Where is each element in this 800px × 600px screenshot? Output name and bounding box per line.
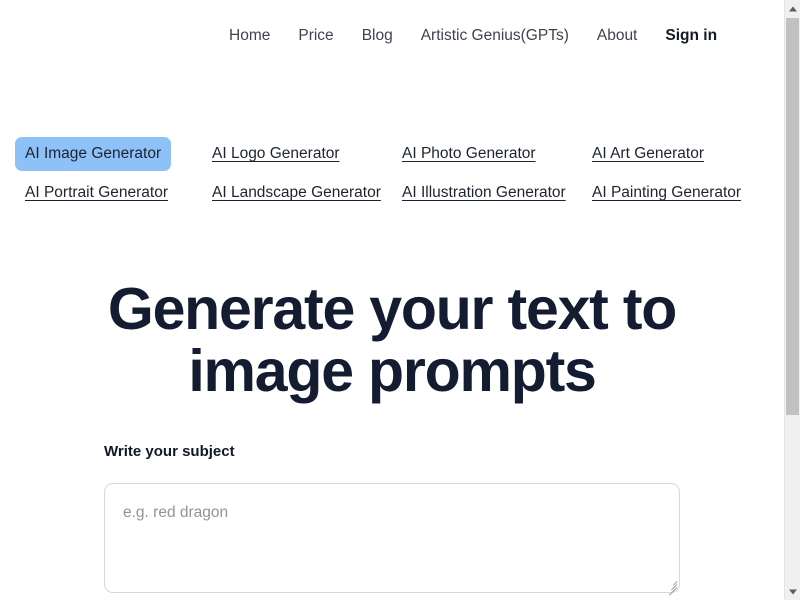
subject-field-label: Write your subject	[104, 443, 235, 460]
main-navigation: Home Price Blog Artistic Genius(GPTs) Ab…	[0, 0, 784, 72]
chevron-up-icon	[788, 6, 797, 11]
page-title: Generate your text to image prompts	[107, 276, 677, 404]
hero-section: Generate your text to image prompts	[0, 278, 784, 402]
scrollbar-thumb[interactable]	[786, 18, 799, 415]
nav-item-price[interactable]: Price	[298, 28, 333, 44]
nav-item-home[interactable]: Home	[229, 28, 270, 44]
subject-input-wrapper	[104, 483, 680, 596]
generator-links-grid: AI Image Generator AI Logo Generator AI …	[15, 137, 765, 202]
prompt-form: Write your subject	[104, 442, 680, 596]
generator-link-ai-portrait-generator[interactable]: AI Portrait Generator	[25, 184, 168, 202]
vertical-scrollbar[interactable]	[784, 0, 800, 600]
chevron-down-icon	[788, 589, 797, 594]
nav-item-blog[interactable]: Blog	[362, 28, 393, 44]
nav-item-artistic-genius[interactable]: Artistic Genius(GPTs)	[421, 28, 569, 44]
generator-link-ai-image-generator[interactable]: AI Image Generator	[15, 137, 172, 171]
generator-link-ai-painting-generator[interactable]: AI Painting Generator	[592, 184, 741, 202]
nav-item-about[interactable]: About	[597, 28, 638, 44]
subject-input[interactable]	[104, 483, 680, 593]
generator-link-ai-logo-generator[interactable]: AI Logo Generator	[212, 145, 340, 163]
generator-link-ai-landscape-generator[interactable]: AI Landscape Generator	[212, 184, 381, 202]
generator-link-ai-illustration-generator[interactable]: AI Illustration Generator	[402, 184, 566, 202]
generator-link-ai-art-generator[interactable]: AI Art Generator	[592, 145, 704, 163]
nav-item-sign-in[interactable]: Sign in	[665, 28, 717, 44]
page-canvas: Home Price Blog Artistic Genius(GPTs) Ab…	[0, 0, 784, 600]
scrollbar-down-button[interactable]	[785, 583, 800, 600]
scrollbar-up-button[interactable]	[785, 0, 800, 17]
generator-link-ai-photo-generator[interactable]: AI Photo Generator	[402, 145, 536, 163]
